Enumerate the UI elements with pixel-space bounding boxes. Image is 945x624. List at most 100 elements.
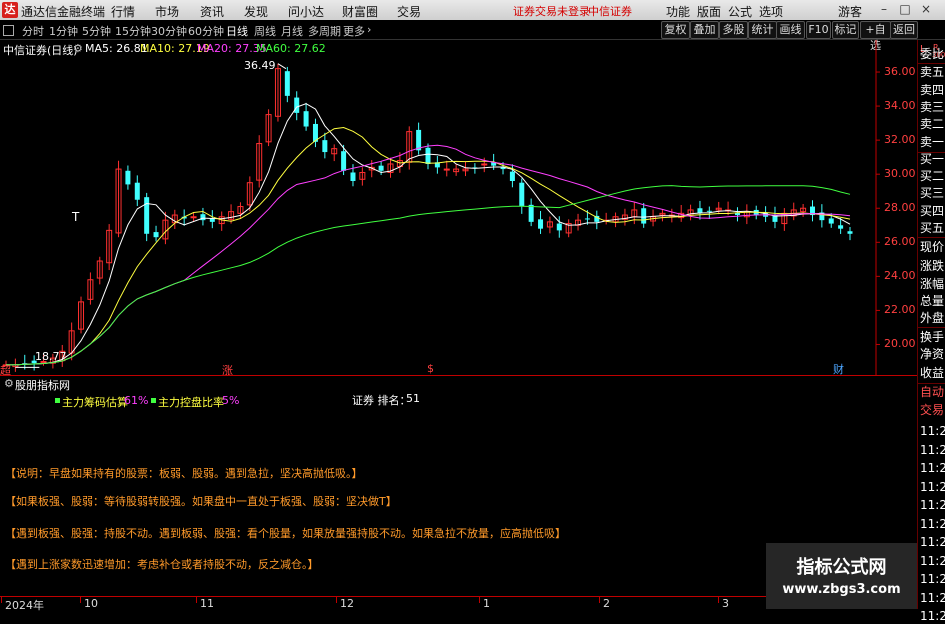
- warning-text[interactable]: 中信证券: [588, 3, 632, 19]
- quote-field-label: 涨跌: [920, 259, 945, 273]
- period-tab[interactable]: 月线: [281, 23, 303, 39]
- right-menu-item[interactable]: 公式: [728, 3, 752, 20]
- panel-separator: [918, 152, 945, 153]
- candle-body: [641, 208, 647, 224]
- panel-separator: [918, 383, 945, 384]
- tick-time: 11:29: [920, 442, 945, 457]
- right-menu-item[interactable]: 版面: [697, 3, 721, 20]
- candle-body: [200, 214, 206, 221]
- close-icon[interactable]: ×: [919, 2, 933, 16]
- quote-field-label: 卖五: [920, 65, 945, 79]
- date-tick: [1, 597, 2, 603]
- quote-field-label: 买一: [920, 152, 945, 166]
- date-tick: [599, 597, 600, 603]
- panel-separator: [918, 237, 945, 238]
- ma5-line: [6, 103, 851, 366]
- tool-button[interactable]: 多股: [719, 21, 748, 39]
- quote-field-label: 买五: [920, 221, 945, 235]
- candle-body: [350, 172, 356, 181]
- quote-field-label: 外盘: [920, 311, 945, 325]
- auto-tab[interactable]: 自动: [920, 385, 944, 400]
- period-tab[interactable]: 5分钟: [82, 23, 111, 39]
- candle-body: [538, 219, 544, 229]
- quote-field-label: 卖四: [920, 83, 945, 97]
- date-tick: [336, 597, 337, 603]
- candle-body: [284, 71, 290, 96]
- tool-button[interactable]: 复权: [661, 21, 690, 39]
- tick-time: 11:29: [920, 424, 945, 438]
- t-marker: T: [72, 210, 80, 224]
- price-tick-label: 28.00: [884, 201, 916, 215]
- date-label: 12: [340, 597, 354, 610]
- warning-text[interactable]: 证券交易未登录: [513, 3, 590, 19]
- ma10-line: [6, 126, 851, 366]
- period-tab[interactable]: 分时: [22, 23, 44, 39]
- rank-value: 51: [406, 392, 420, 405]
- menu-item[interactable]: 交易: [397, 3, 421, 20]
- candle-body: [341, 151, 347, 171]
- more-chevron-icon[interactable]: ›: [367, 23, 371, 36]
- period-toolbar: 分时 1分钟 5分钟 15分钟 30分钟 60分钟 日线 周线 月线 多周期 更多 › 复权 叠加 多股…: [0, 20, 945, 52]
- price-tick-label: 24.00: [884, 269, 916, 283]
- date-label: 3: [722, 597, 729, 610]
- tool-button[interactable]: 返回: [890, 21, 918, 39]
- tool-button[interactable]: 叠加: [690, 21, 719, 39]
- date-tick: [479, 597, 480, 603]
- tool-button[interactable]: +自选: [860, 21, 891, 52]
- period-tab[interactable]: 30分钟: [151, 23, 187, 39]
- period-tab[interactable]: 1分钟: [49, 23, 78, 39]
- menu-item[interactable]: 行情: [111, 3, 135, 20]
- tool-button[interactable]: F10: [806, 21, 831, 39]
- candlestick-chart[interactable]: [0, 40, 917, 375]
- maximize-icon[interactable]: □: [898, 2, 912, 16]
- quote-field-label: 委比: [920, 47, 945, 61]
- right-menu-item[interactable]: 功能: [666, 3, 690, 20]
- grid-icon[interactable]: [3, 25, 14, 36]
- tick-time: 11:29: [920, 479, 945, 494]
- rank-label: 证券 排名：: [352, 394, 411, 407]
- indicator-settings-icon[interactable]: ⚙: [4, 377, 14, 390]
- menu-item[interactable]: 资讯: [200, 3, 224, 20]
- trade-tab[interactable]: 交易: [920, 403, 944, 418]
- price-tick-label: 30.00: [884, 167, 916, 181]
- app-logo-icon: 达: [2, 2, 18, 18]
- price-tick-label: 20.00: [884, 337, 916, 351]
- menu-item[interactable]: 财富圈: [342, 3, 378, 20]
- minimize-icon[interactable]: –: [877, 2, 891, 16]
- quote-field-label: 收益: [920, 366, 945, 380]
- menu-item[interactable]: 问小达: [288, 3, 324, 20]
- candle-body: [378, 165, 384, 171]
- tool-button[interactable]: 画线: [776, 21, 805, 39]
- tool-button[interactable]: 标记: [832, 21, 859, 39]
- period-tab[interactable]: 60分钟: [188, 23, 224, 39]
- period-tab[interactable]: 15分钟: [115, 23, 151, 39]
- period-tab[interactable]: 周线: [254, 23, 276, 39]
- quote-field-label: 买三: [920, 186, 945, 200]
- quote-field-label: 卖三: [920, 100, 945, 114]
- tool-button[interactable]: 统计: [748, 21, 777, 39]
- menu-item[interactable]: 发现: [244, 3, 268, 20]
- right-menu-item[interactable]: 选项: [759, 3, 783, 20]
- candle-body: [706, 210, 712, 212]
- price-tick-label: 34.00: [884, 99, 916, 113]
- quote-field-label: 现价: [920, 240, 945, 254]
- candle-body: [322, 140, 328, 153]
- date-label: 2: [603, 597, 610, 610]
- period-tab[interactable]: 多周期: [308, 23, 341, 39]
- candle-body: [481, 163, 488, 166]
- legend-dot-icon: [151, 398, 156, 403]
- panel-divider: [0, 375, 917, 376]
- candle-body: [519, 182, 525, 207]
- legend-dot-icon: [55, 398, 60, 403]
- candle-body: [528, 204, 534, 222]
- right-menu-item[interactable]: 游客: [838, 3, 862, 20]
- period-tab[interactable]: 更多: [343, 23, 365, 39]
- period-tab[interactable]: 日线: [226, 23, 248, 39]
- candle-body: [425, 147, 431, 164]
- tick-time: 11:29: [920, 590, 945, 605]
- date-tick: [80, 597, 81, 603]
- tick-time: 11:29: [920, 572, 945, 586]
- tick-time: 11:29: [920, 516, 945, 531]
- explanation-line: 【遇到上涨家数迅速增加：考虑补仓或者持股不动，反之减仓。】: [5, 558, 319, 571]
- menu-item[interactable]: 市场: [155, 3, 179, 20]
